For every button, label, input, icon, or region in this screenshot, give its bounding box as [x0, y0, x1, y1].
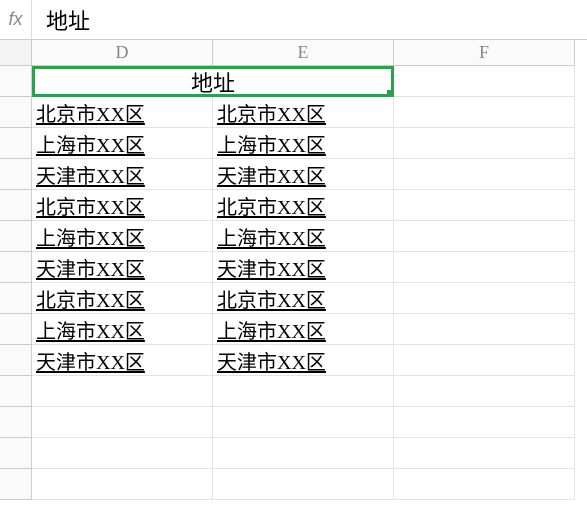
column-header-E[interactable]: E — [213, 40, 394, 66]
table-row — [0, 407, 587, 438]
cell[interactable] — [213, 376, 394, 407]
cell-text: 上海市XX区 — [36, 315, 145, 344]
row-header[interactable] — [0, 407, 32, 438]
column-headers-row: D E F — [0, 40, 587, 66]
cell[interactable]: 上海市XX区 — [32, 221, 213, 252]
cell[interactable] — [394, 376, 575, 407]
cell[interactable] — [394, 66, 575, 97]
table-row: 天津市XX区 天津市XX区 — [0, 159, 587, 190]
cell-text: 天津市XX区 — [36, 253, 145, 282]
cell[interactable] — [213, 407, 394, 438]
cell-text: 天津市XX区 — [217, 160, 326, 189]
column-header-D[interactable]: D — [32, 40, 213, 66]
cell[interactable] — [32, 438, 213, 469]
table-row: 天津市XX区 天津市XX区 — [0, 345, 587, 376]
row-header[interactable] — [0, 252, 32, 283]
table-row: 上海市XX区 上海市XX区 — [0, 314, 587, 345]
cell[interactable] — [32, 376, 213, 407]
row-header[interactable] — [0, 376, 32, 407]
cell[interactable]: 天津市XX区 — [213, 159, 394, 190]
cell[interactable] — [394, 221, 575, 252]
cell[interactable]: 北京市XX区 — [32, 190, 213, 221]
cell[interactable] — [394, 128, 575, 159]
cell[interactable]: 天津市XX区 — [32, 159, 213, 190]
cell[interactable] — [213, 438, 394, 469]
cell-text: 北京市XX区 — [217, 191, 326, 220]
cell[interactable] — [32, 469, 213, 500]
cell-text: 上海市XX区 — [217, 222, 326, 251]
formula-input[interactable] — [32, 0, 587, 39]
cell-text: 天津市XX区 — [217, 253, 326, 282]
cell[interactable] — [394, 159, 575, 190]
formula-bar: fx — [0, 0, 587, 40]
table-row: 北京市XX区 北京市XX区 — [0, 190, 587, 221]
cell[interactable]: 上海市XX区 — [32, 128, 213, 159]
cell[interactable] — [394, 314, 575, 345]
row-header[interactable] — [0, 128, 32, 159]
row-header[interactable] — [0, 221, 32, 252]
table-row: 上海市XX区 上海市XX区 — [0, 221, 587, 252]
cell[interactable] — [394, 283, 575, 314]
cell[interactable]: 上海市XX区 — [213, 314, 394, 345]
cell-text: 天津市XX区 — [36, 160, 145, 189]
cell[interactable] — [32, 407, 213, 438]
cell[interactable] — [394, 469, 575, 500]
cell-text: 上海市XX区 — [36, 222, 145, 251]
cell[interactable]: 北京市XX区 — [213, 97, 394, 128]
table-row: 天津市XX区 天津市XX区 — [0, 252, 587, 283]
fx-icon[interactable]: fx — [0, 0, 32, 39]
select-all-corner[interactable] — [0, 40, 32, 66]
cell-text: 北京市XX区 — [217, 284, 326, 313]
cell[interactable]: 上海市XX区 — [32, 314, 213, 345]
cell-text: 天津市XX区 — [36, 346, 145, 375]
cell[interactable]: 天津市XX区 — [32, 345, 213, 376]
cell[interactable] — [394, 252, 575, 283]
cell-text: 北京市XX区 — [36, 191, 145, 220]
row-header[interactable] — [0, 97, 32, 128]
cell[interactable] — [394, 97, 575, 128]
cell-text: 上海市XX区 — [217, 129, 326, 158]
cell-text: 北京市XX区 — [36, 284, 145, 313]
cell-text: 上海市XX区 — [36, 129, 145, 158]
cell[interactable]: 天津市XX区 — [32, 252, 213, 283]
row-header[interactable] — [0, 469, 32, 500]
cell[interactable]: 天津市XX区 — [213, 345, 394, 376]
cell[interactable]: 北京市XX区 — [32, 97, 213, 128]
table-row: 上海市XX区 上海市XX区 — [0, 128, 587, 159]
table-row — [0, 469, 587, 500]
cell-text: 上海市XX区 — [217, 315, 326, 344]
cell[interactable] — [213, 469, 394, 500]
row-header[interactable] — [0, 438, 32, 469]
spreadsheet-grid[interactable]: D E F 地址北京市XX区北京市XX区上海市XX区上海市XX区天津市XX区天津… — [0, 40, 587, 515]
cell[interactable] — [394, 345, 575, 376]
row-header[interactable] — [0, 283, 32, 314]
table-row: 地址 — [0, 66, 587, 97]
cell[interactable]: 北京市XX区 — [213, 283, 394, 314]
row-header[interactable] — [0, 345, 32, 376]
cell[interactable]: 天津市XX区 — [213, 252, 394, 283]
table-row: 北京市XX区 北京市XX区 — [0, 97, 587, 128]
cell[interactable] — [394, 190, 575, 221]
row-header[interactable] — [0, 314, 32, 345]
table-row — [0, 438, 587, 469]
row-header[interactable] — [0, 159, 32, 190]
cell[interactable] — [394, 438, 575, 469]
cell[interactable]: 上海市XX区 — [213, 128, 394, 159]
row-header[interactable] — [0, 66, 32, 97]
merged-header-cell[interactable]: 地址 — [32, 66, 394, 97]
table-row — [0, 376, 587, 407]
cell[interactable]: 北京市XX区 — [32, 283, 213, 314]
cell[interactable]: 北京市XX区 — [213, 190, 394, 221]
cell-text: 北京市XX区 — [36, 98, 145, 127]
column-header-F[interactable]: F — [394, 40, 575, 66]
cell[interactable] — [394, 407, 575, 438]
cell-text: 北京市XX区 — [217, 98, 326, 127]
cell-text: 天津市XX区 — [217, 346, 326, 375]
row-header[interactable] — [0, 190, 32, 221]
cell[interactable]: 上海市XX区 — [213, 221, 394, 252]
table-row: 北京市XX区 北京市XX区 — [0, 283, 587, 314]
